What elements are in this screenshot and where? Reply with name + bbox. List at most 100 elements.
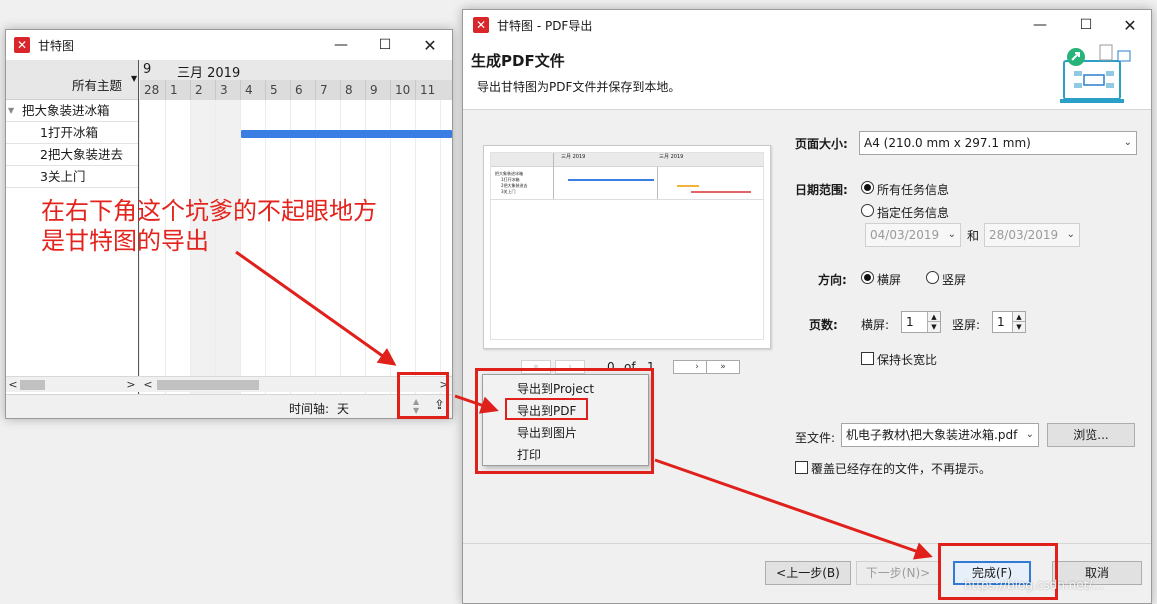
pages-vertical-value: 1 <box>997 315 1005 329</box>
export-illustration-icon <box>1060 44 1131 103</box>
preview-bar <box>677 185 699 187</box>
date-range-all-label[interactable]: 所有任务信息 <box>877 181 949 198</box>
last-page-button[interactable]: » <box>706 360 740 374</box>
gantt-status-bar: 时间轴: 天 ▲ ▼ ⇪ <box>6 394 452 418</box>
date-range-custom-label[interactable]: 指定任务信息 <box>877 204 949 221</box>
preview-month: 三月 2019 <box>561 154 586 160</box>
day-tick: 9 <box>365 80 390 100</box>
topics-filter-label[interactable]: 所有主题 <box>72 75 122 94</box>
highlight-box-menu <box>475 368 654 474</box>
scroll-thumb[interactable] <box>20 380 45 390</box>
month-label: 三月 2019 <box>177 66 241 81</box>
close-icon[interactable]: ✕ <box>1107 10 1153 40</box>
dialog-body: 三月 2019 三月 2019 把大象装进冰箱 1打开冰箱 2把大象装进去 3关… <box>463 111 1151 544</box>
chevron-down-icon: ⌄ <box>1025 429 1034 440</box>
scroll-left-icon[interactable]: < <box>6 377 20 392</box>
overwrite-label[interactable]: 覆盖已经存在的文件，不再提示。 <box>811 460 991 477</box>
preview-bottom-line <box>491 199 763 200</box>
timeline-label: 时间轴: <box>289 402 330 416</box>
date-and-label: 和 <box>967 229 980 243</box>
day-tick: 10 <box>390 80 415 100</box>
page-size-value: A4 (210.0 mm x 297.1 mm) <box>864 136 1031 150</box>
scroll-right-icon[interactable]: > <box>124 377 138 392</box>
page-size-label: 页面大小: <box>795 137 848 151</box>
date-to-picker[interactable]: 28/03/2019 ⌄ <box>984 223 1080 247</box>
minimize-icon[interactable]: — <box>1017 10 1063 40</box>
topic-row[interactable]: 2把大象装进去 <box>6 144 138 166</box>
topic-label: 2把大象装进去 <box>40 147 123 162</box>
date-to-value: 28/03/2019 <box>989 228 1059 242</box>
date-from-picker[interactable]: 04/03/2019 ⌄ <box>865 223 961 247</box>
pdf-preview-page: 三月 2019 三月 2019 把大象装进冰箱 1打开冰箱 2把大象装进去 3关… <box>490 152 764 340</box>
xmind-logo-icon: ✕ <box>14 37 30 53</box>
preview-row: 3关上门 <box>501 189 516 194</box>
gantt-window-title: 甘特图 <box>38 38 75 53</box>
file-path-select[interactable]: 机电子教材\把大象装进冰箱.pdf ⌄ <box>841 423 1039 447</box>
pages-vertical-stepper[interactable]: 1 ▲ ▼ <box>992 311 1026 333</box>
day-tick: 1 <box>165 80 190 100</box>
dialog-header: 生成PDF文件 导出甘特图为PDF文件并保存到本地。 <box>463 40 1151 110</box>
pages-vertical-label: 竖屏: <box>952 318 981 332</box>
orientation-landscape-radio[interactable] <box>861 271 874 284</box>
maximize-icon[interactable]: ☐ <box>1063 10 1109 40</box>
grid-column <box>390 100 391 406</box>
chevron-down-icon: ⌄ <box>1123 137 1132 148</box>
gantt-titlebar: ✕ 甘特图 — ☐ ✕ <box>6 30 452 60</box>
orientation-portrait-label[interactable]: 竖屏 <box>942 271 966 288</box>
keep-ratio-label[interactable]: 保持长宽比 <box>877 351 937 368</box>
topic-row[interactable]: 1打开冰箱 <box>6 122 138 144</box>
xmind-logo-icon: ✕ <box>473 17 489 33</box>
overwrite-checkbox[interactable] <box>795 461 808 474</box>
topic-list-header: 所有主题 ▼ <box>6 60 138 100</box>
date-range-label: 日期范围: <box>795 183 848 197</box>
pages-horizontal-label: 横屏: <box>861 318 890 332</box>
preview-header: 三月 2019 三月 2019 <box>491 153 763 167</box>
next-button[interactable]: 下一步(N)> <box>856 561 940 585</box>
pdf-preview: 三月 2019 三月 2019 把大象装进冰箱 1打开冰箱 2把大象装进去 3关… <box>483 145 771 349</box>
topic-list-scrollbar[interactable]: < > <box>6 376 139 392</box>
chevron-down-icon: ⌄ <box>1066 229 1075 240</box>
maximize-icon[interactable]: ☐ <box>362 30 408 60</box>
back-button[interactable]: <上一步(B) <box>765 561 851 585</box>
date-range-custom-radio[interactable] <box>861 204 874 217</box>
month-header: 9 三月 2019 <box>140 60 452 81</box>
pages-horizontal-stepper[interactable]: 1 ▲ ▼ <box>901 311 941 333</box>
day-tick: 3 <box>215 80 240 100</box>
day-tick: 5 <box>265 80 290 100</box>
page-size-select[interactable]: A4 (210.0 mm x 297.1 mm) ⌄ <box>859 131 1137 155</box>
file-label: 至文件: <box>795 431 836 445</box>
preview-month: 三月 2019 <box>659 154 684 160</box>
browse-button[interactable]: 浏览... <box>1047 423 1135 447</box>
scroll-left-icon[interactable]: < <box>141 377 155 392</box>
annotation-text: 在右下角这个坑爹的不起眼地方 是甘特图的导出 <box>41 196 377 256</box>
close-icon[interactable]: ✕ <box>407 30 453 60</box>
day-tick: 28 <box>144 83 160 97</box>
timeline-unit[interactable]: 天 <box>337 400 349 417</box>
stepper-up-icon[interactable]: ▲ <box>1012 312 1025 322</box>
topic-row[interactable]: 3关上门 <box>6 166 138 188</box>
minimize-icon[interactable]: — <box>318 30 364 60</box>
topic-label: 把大象装进冰箱 <box>22 103 110 118</box>
preview-divider <box>553 153 554 199</box>
stepper-down-icon[interactable]: ▼ <box>927 322 940 332</box>
orientation-portrait-radio[interactable] <box>926 271 939 284</box>
preview-divider <box>657 167 658 199</box>
pdf-export-dialog: ✕ 甘特图 - PDF导出 — ☐ ✕ 生成PDF文件 导出甘特图为PDF文件并… <box>462 9 1152 604</box>
orientation-landscape-label[interactable]: 横屏 <box>877 271 901 288</box>
pages-label: 页数: <box>809 318 838 332</box>
date-range-all-radio[interactable] <box>861 181 874 194</box>
date-from-value: 04/03/2019 <box>870 228 940 242</box>
highlight-box-pdf-item <box>505 398 588 420</box>
scroll-thumb[interactable] <box>157 380 259 390</box>
dialog-title: 甘特图 - PDF导出 <box>497 18 593 33</box>
topics-dropdown-icon[interactable]: ▼ <box>131 74 137 83</box>
collapse-triangle-icon[interactable]: ▼ <box>8 100 14 122</box>
keep-ratio-checkbox[interactable] <box>861 352 874 365</box>
topic-row[interactable]: ▼ 把大象装进冰箱 <box>6 100 138 122</box>
dialog-titlebar: ✕ 甘特图 - PDF导出 — ☐ ✕ <box>463 10 1151 40</box>
task-bar[interactable] <box>241 130 452 138</box>
stepper-down-icon[interactable]: ▼ <box>1012 322 1025 332</box>
chevron-down-icon: ⌄ <box>947 229 956 240</box>
stepper-up-icon[interactable]: ▲ <box>927 312 940 322</box>
day-tick: 2 <box>190 80 215 100</box>
